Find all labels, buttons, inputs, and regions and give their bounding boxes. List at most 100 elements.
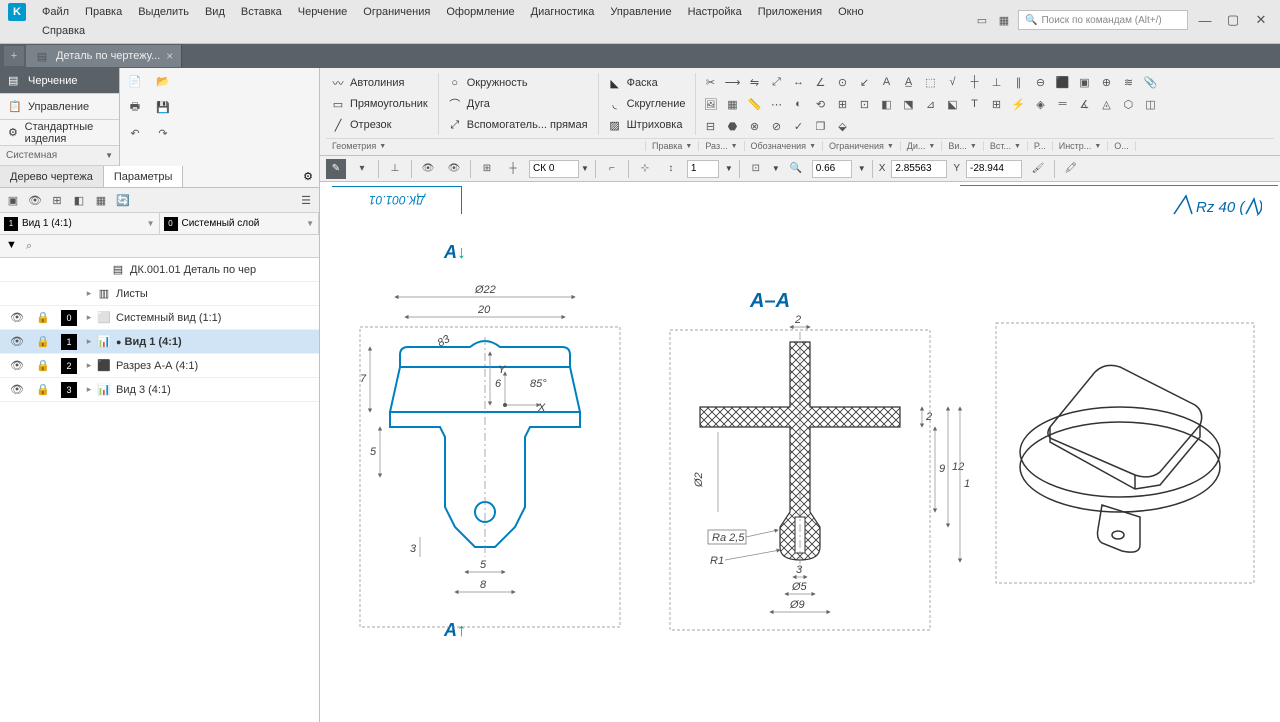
maximize-button[interactable]: ▢ bbox=[1222, 11, 1244, 29]
layout2-icon[interactable]: ▦ bbox=[996, 12, 1012, 28]
expand-icon[interactable]: ▸ bbox=[82, 360, 96, 371]
menu-view[interactable]: Вид bbox=[197, 3, 233, 21]
menu-file[interactable]: Файл bbox=[34, 3, 77, 21]
ctx-zoom-input[interactable] bbox=[812, 160, 852, 178]
ctx-axis[interactable]: ┼ bbox=[503, 159, 523, 179]
rg-o[interactable]: О... bbox=[1114, 141, 1129, 151]
tree-sheets[interactable]: ▸ ▥ Листы bbox=[0, 282, 319, 306]
tool-row2-3[interactable]: ⊡ bbox=[854, 94, 874, 114]
tool-row2-8[interactable]: T bbox=[964, 94, 984, 114]
tree-view3[interactable]: 👁 🔒 3 ▸ 📊 Вид 3 (4:1) bbox=[0, 378, 319, 402]
chevron-down-icon[interactable]: ▼ bbox=[105, 151, 113, 160]
cmd-autoline[interactable]: 〰Автолиния bbox=[326, 73, 432, 93]
menu-format[interactable]: Оформление bbox=[438, 3, 522, 21]
tool-break[interactable]: ≋ bbox=[1118, 72, 1138, 92]
tool-row2-14[interactable]: ◬ bbox=[1096, 94, 1116, 114]
menu-management[interactable]: Управление bbox=[602, 3, 679, 21]
rg-dims[interactable]: Раз... bbox=[705, 141, 727, 151]
tool-row2-4[interactable]: ◧ bbox=[876, 94, 896, 114]
tree-section[interactable]: 👁 🔒 2 ▸ ⬛ Разрез А-А (4:1) bbox=[0, 354, 319, 378]
ctx-zoomfit[interactable]: ⊡ bbox=[746, 159, 766, 179]
tool-row2-9[interactable]: ⊞ bbox=[986, 94, 1006, 114]
tool-row2-23[interactable]: ⬙ bbox=[832, 116, 852, 136]
cmd-hatch[interactable]: ▨Штриховка bbox=[603, 115, 690, 135]
rg-views[interactable]: Ви... bbox=[948, 141, 967, 151]
tree-root[interactable]: ▤ ДК.001.01 Деталь по чер bbox=[0, 258, 319, 282]
expand-icon[interactable]: ▸ bbox=[82, 288, 96, 299]
new-file-icon[interactable]: 📄 bbox=[126, 72, 144, 90]
new-tab-button[interactable]: + bbox=[4, 46, 24, 66]
tool-more1[interactable]: ⋯ bbox=[766, 94, 786, 114]
cmd-fillet[interactable]: ◟Скругление bbox=[603, 94, 690, 114]
cmd-segment[interactable]: ╱Отрезок bbox=[326, 115, 432, 135]
rg-annot[interactable]: Обозначения bbox=[751, 141, 807, 151]
menu-select[interactable]: Выделить bbox=[130, 3, 197, 21]
tool-row2-13[interactable]: ∡ bbox=[1074, 94, 1094, 114]
lock-icon[interactable]: 🔒 bbox=[30, 335, 56, 348]
rg-diag[interactable]: Ди... bbox=[907, 141, 926, 151]
tool-more2[interactable]: ◐ bbox=[788, 94, 808, 114]
tool-mirror[interactable]: ⇋ bbox=[744, 72, 764, 92]
ctx-brush1[interactable]: 🖌 bbox=[1028, 159, 1048, 179]
view-selector[interactable]: 1 Вид 1 (4:1) ▼ bbox=[0, 213, 160, 234]
cmd-arc[interactable]: ⌒Дуга bbox=[443, 94, 592, 114]
tree-btn-rebuild[interactable]: 🔄 bbox=[114, 191, 132, 209]
gear-icon[interactable]: ⚙ bbox=[297, 166, 319, 187]
tree-sysview[interactable]: 👁 🔒 0 ▸ ⬜ Системный вид (1:1) bbox=[0, 306, 319, 330]
save-icon[interactable]: 💾 bbox=[154, 98, 172, 116]
cmd-circle[interactable]: ○Окружность bbox=[443, 73, 592, 93]
tree-tab-params[interactable]: Параметры bbox=[104, 166, 184, 187]
eye-icon[interactable]: 👁 bbox=[4, 311, 30, 324]
menu-diagnostics[interactable]: Диагностика bbox=[523, 3, 603, 21]
cmd-chamfer[interactable]: ◣Фаска bbox=[603, 73, 690, 93]
tool-row2-5[interactable]: ⬔ bbox=[898, 94, 918, 114]
tool-centerline[interactable]: ┼ bbox=[964, 72, 984, 92]
drawing-canvas[interactable]: ДК.001.01 А↓ А↑ А–А Rz 40 () bbox=[320, 182, 1280, 722]
tool-scale[interactable]: ⤢ bbox=[766, 72, 786, 92]
rg-geometry[interactable]: Геометрия bbox=[332, 141, 376, 151]
minimize-button[interactable]: — bbox=[1194, 11, 1216, 29]
lock-icon[interactable]: 🔒 bbox=[30, 311, 56, 324]
rg-insert[interactable]: Вст... bbox=[990, 141, 1011, 151]
tool-datum[interactable]: ⬚ bbox=[920, 72, 940, 92]
tool-dim-angle[interactable]: ∠ bbox=[810, 72, 830, 92]
tool-row2-20[interactable]: ⊘ bbox=[766, 116, 786, 136]
tool-surface[interactable]: √ bbox=[942, 72, 962, 92]
tool-row2-10[interactable]: ⚡ bbox=[1008, 94, 1028, 114]
tool-row2-16[interactable]: ◫ bbox=[1140, 94, 1160, 114]
tool-perpend[interactable]: ⊥ bbox=[986, 72, 1006, 92]
tool-trim[interactable]: ✂ bbox=[700, 72, 720, 92]
tool-measure[interactable]: 📏 bbox=[744, 94, 764, 114]
layout1-icon[interactable]: ▭ bbox=[974, 12, 990, 28]
tool-row2-6[interactable]: ⊿ bbox=[920, 94, 940, 114]
tool-table[interactable]: ▦ bbox=[722, 94, 742, 114]
tool-detail[interactable]: ⊕ bbox=[1096, 72, 1116, 92]
expand-icon[interactable]: ▸ bbox=[82, 384, 96, 395]
ctx-x-input[interactable] bbox=[891, 160, 947, 178]
ctx-eye2[interactable]: 👁 bbox=[444, 159, 464, 179]
tool-section[interactable]: ⬛ bbox=[1052, 72, 1072, 92]
tree-btn-2[interactable]: 👁 bbox=[26, 191, 44, 209]
print-icon[interactable]: 🖶 bbox=[126, 98, 144, 116]
menu-drawing[interactable]: Черчение bbox=[290, 3, 356, 21]
document-tab[interactable]: ▤ Деталь по чертежу... × bbox=[26, 45, 182, 67]
tool-dim-radius[interactable]: ⊙ bbox=[832, 72, 852, 92]
eye-icon[interactable]: 👁 bbox=[4, 335, 30, 348]
ctx-step-icon[interactable]: ↕ bbox=[661, 159, 681, 179]
expand-icon[interactable]: ▸ bbox=[82, 312, 96, 323]
ctx-eye1[interactable]: 👁 bbox=[418, 159, 438, 179]
tool-extend[interactable]: ⟶ bbox=[722, 72, 742, 92]
tree-view1[interactable]: 👁 🔒 1 ▸ 📊 ● Вид 1 (4:1) bbox=[0, 330, 319, 354]
menu-edit[interactable]: Правка bbox=[77, 3, 130, 21]
tool-row2-2[interactable]: ⊞ bbox=[832, 94, 852, 114]
tool-tangent[interactable]: ⊖ bbox=[1030, 72, 1050, 92]
tool-row2-12[interactable]: ═ bbox=[1052, 94, 1072, 114]
undo-icon[interactable]: ↶ bbox=[126, 124, 144, 142]
tree-menu-icon[interactable]: ☰ bbox=[297, 191, 315, 209]
tool-row2-1[interactable]: ⟲ bbox=[810, 94, 830, 114]
rg-r[interactable]: Р... bbox=[1034, 141, 1046, 151]
tree-tab-tree[interactable]: Дерево чертежа bbox=[0, 166, 104, 187]
ctx-layer-field[interactable]: ▼ bbox=[529, 160, 589, 178]
ctx-pencil[interactable]: ✎ bbox=[326, 159, 346, 179]
ctx-step-input[interactable] bbox=[687, 160, 719, 178]
